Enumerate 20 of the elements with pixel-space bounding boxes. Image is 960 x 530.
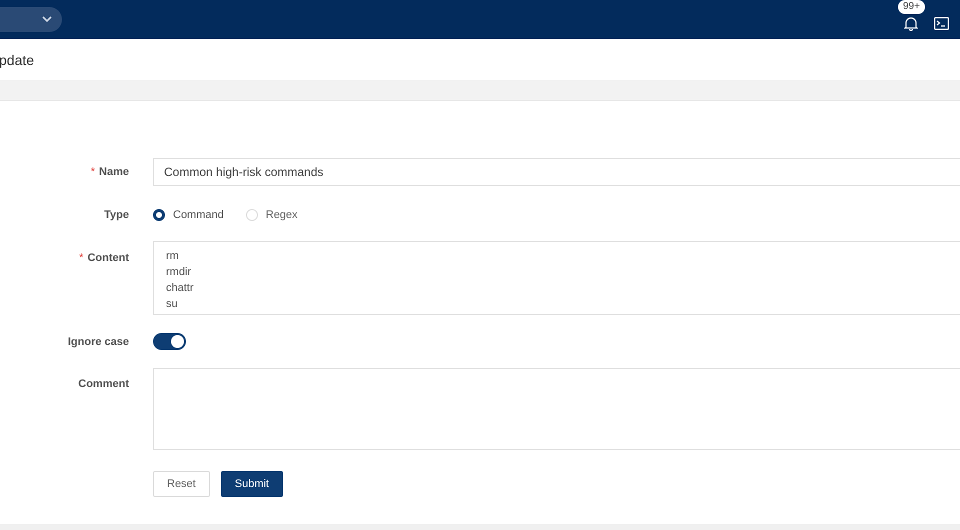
required-mark: * bbox=[90, 166, 96, 178]
reset-button[interactable]: Reset bbox=[153, 471, 210, 497]
notification-badge: 99+ bbox=[898, 0, 925, 14]
submit-button[interactable]: Submit bbox=[220, 471, 283, 497]
field-label: Comment bbox=[78, 378, 129, 390]
name-input[interactable]: Common high-risk commands bbox=[153, 158, 960, 186]
content-textarea[interactable]: rm rmdir chattr su bbox=[153, 241, 960, 315]
field-label: Content bbox=[87, 252, 129, 264]
field-label: Type bbox=[104, 209, 129, 221]
page-title: pdate bbox=[0, 52, 34, 68]
radio-label[interactable]: Command bbox=[173, 209, 224, 221]
bell-icon[interactable] bbox=[904, 16, 918, 31]
field-label: Name bbox=[99, 166, 129, 178]
terminal-icon[interactable] bbox=[934, 17, 949, 30]
radio-button[interactable] bbox=[153, 209, 165, 221]
chevron-down-icon bbox=[42, 16, 52, 23]
radio-label[interactable]: Regex bbox=[266, 209, 298, 221]
field-label: Ignore case bbox=[68, 336, 129, 348]
toggle-switch[interactable] bbox=[153, 333, 186, 350]
required-mark: * bbox=[79, 252, 84, 264]
